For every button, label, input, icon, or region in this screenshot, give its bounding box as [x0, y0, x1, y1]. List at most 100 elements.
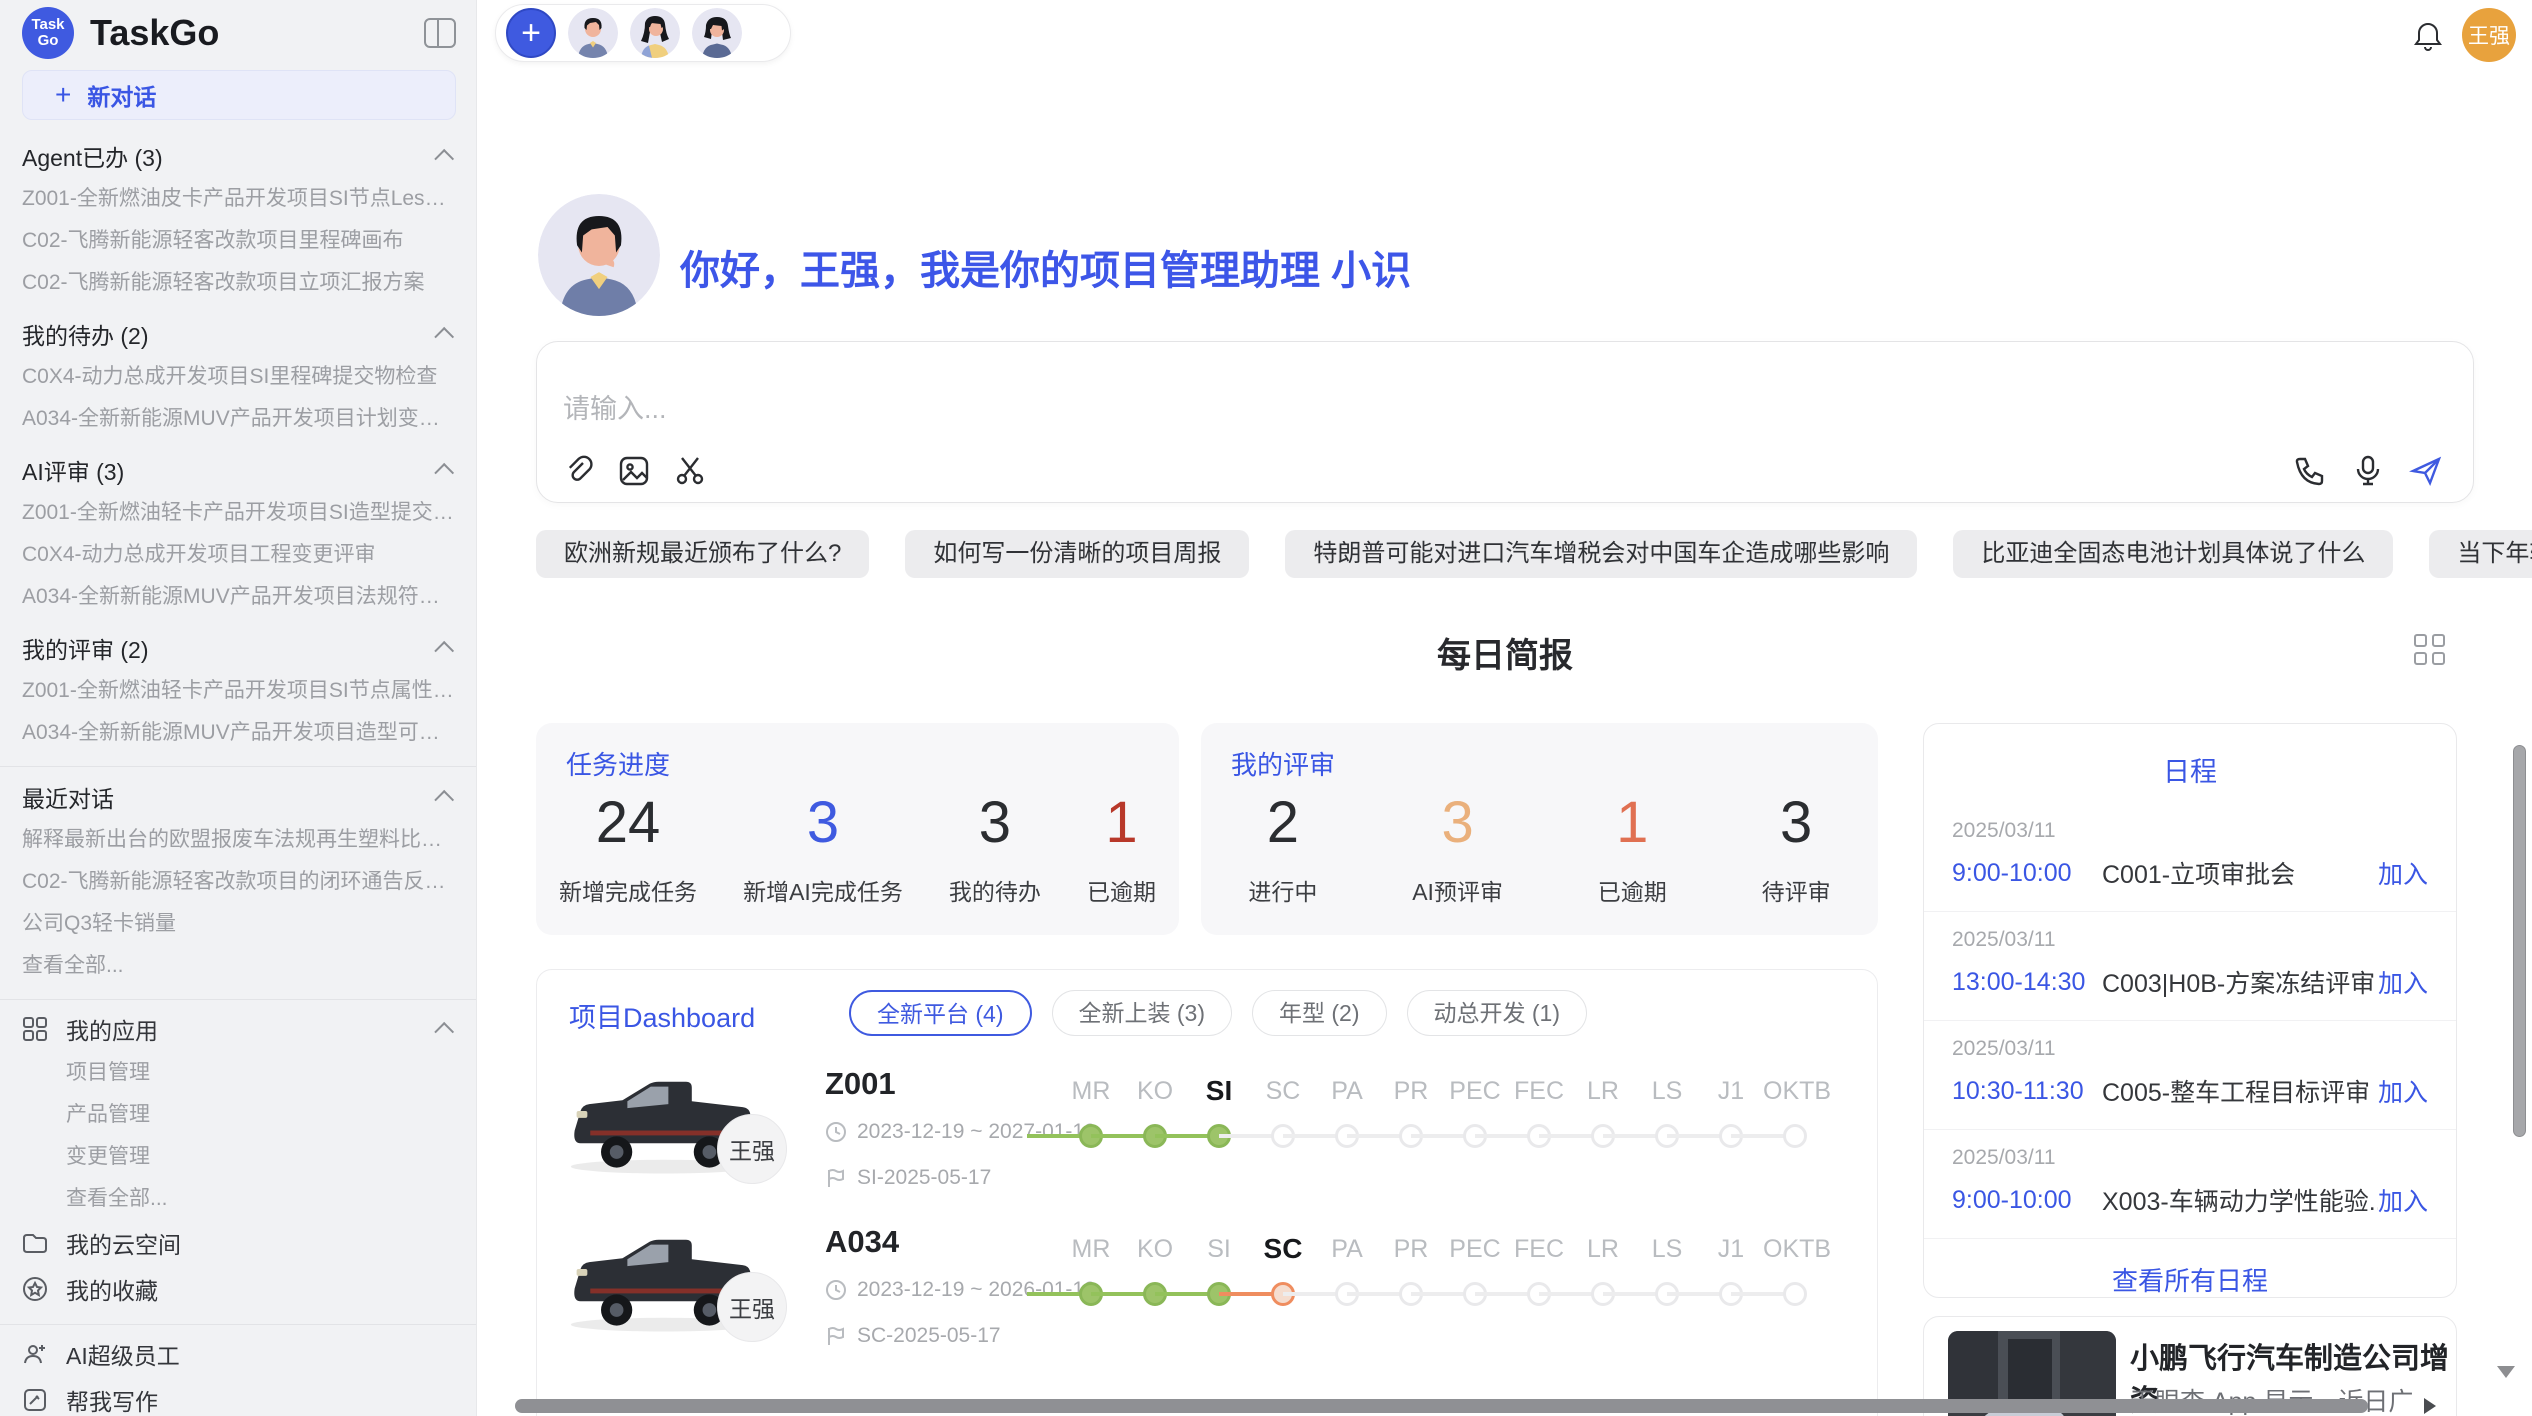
milestone[interactable]: LS	[1635, 1066, 1699, 1156]
recent-view-all-link[interactable]: 查看全部...	[22, 945, 454, 987]
milestone[interactable]: FEC	[1507, 1066, 1571, 1156]
join-meeting-link[interactable]: 加入	[2378, 855, 2428, 891]
stat-item[interactable]: 1 已逾期	[1087, 787, 1156, 907]
milestone[interactable]: LR	[1571, 1066, 1635, 1156]
section-header[interactable]: 我的待办 (2)	[22, 312, 454, 356]
project-row[interactable]: 王强 A034 2023-12-19 ~ 2026-01-19 SC-2025-…	[537, 1220, 1877, 1378]
milestone[interactable]: SC	[1251, 1224, 1315, 1314]
avatar-woman-long-hair[interactable]	[630, 8, 680, 58]
app-item[interactable]: 产品管理	[22, 1094, 454, 1136]
milestone[interactable]: SI	[1187, 1224, 1251, 1314]
stat-item[interactable]: 24 新增完成任务	[559, 787, 697, 907]
chevron-up-icon[interactable]	[434, 641, 454, 661]
scissors-icon[interactable]	[673, 454, 707, 488]
milestone[interactable]: PEC	[1443, 1066, 1507, 1156]
add-session-button[interactable]: +	[506, 8, 556, 58]
milestone[interactable]: SI	[1187, 1066, 1251, 1156]
task-list-item[interactable]: Z001-全新燃油轻卡产品开发项目SI造型提交物评审	[22, 492, 454, 534]
suggestion-chip[interactable]: 如何写一份清晰的项目周报	[905, 530, 1249, 578]
app-item[interactable]: 项目管理	[22, 1052, 454, 1094]
dashboard-tab[interactable]: 全新平台 (4)	[849, 990, 1032, 1036]
milestone[interactable]: J1	[1699, 1066, 1763, 1156]
task-list-item[interactable]: C02-飞腾新能源轻客改款项目里程碑画布	[22, 220, 454, 262]
suggestion-chip[interactable]: 特朗普可能对进口汽车增税会对中国车企造成哪些影响	[1285, 530, 1917, 578]
horizontal-scrollbar-thumb[interactable]	[515, 1399, 2368, 1413]
milestone[interactable]: PEC	[1443, 1224, 1507, 1314]
section-header[interactable]: 我的评审 (2)	[22, 626, 454, 670]
phone-call-icon[interactable]	[2293, 454, 2327, 488]
favorites-item[interactable]: 我的收藏	[22, 1266, 454, 1312]
milestone[interactable]: MR	[1059, 1066, 1123, 1156]
dashboard-tab[interactable]: 全新上装 (3)	[1052, 990, 1233, 1036]
milestone[interactable]: PA	[1315, 1066, 1379, 1156]
collapse-sidebar-icon[interactable]	[424, 18, 456, 48]
stat-item[interactable]: 3 我的待办	[949, 787, 1041, 907]
milestone[interactable]: OKTB	[1763, 1066, 1827, 1156]
chevron-up-icon[interactable]	[434, 327, 454, 347]
milestone[interactable]: SC	[1251, 1066, 1315, 1156]
image-icon[interactable]	[617, 454, 651, 488]
chevron-up-icon[interactable]	[434, 463, 454, 483]
milestone[interactable]: PR	[1379, 1066, 1443, 1156]
recent-chat-item[interactable]: 解释最新出台的欧盟报废车法规再生塑料比例被调至15%...	[22, 819, 454, 861]
join-meeting-link[interactable]: 加入	[2378, 1182, 2428, 1218]
task-list-item[interactable]: Z001-全新燃油皮卡产品开发项目SI节点Lesson Learn报告	[22, 178, 454, 220]
join-meeting-link[interactable]: 加入	[2378, 1073, 2428, 1109]
milestone[interactable]: OKTB	[1763, 1224, 1827, 1314]
milestone[interactable]: KO	[1123, 1066, 1187, 1156]
notification-bell-icon[interactable]	[2410, 18, 2446, 54]
suggestion-chip[interactable]: 比亚迪全固态电池计划具体说了什么	[1953, 530, 2393, 578]
chevron-up-icon[interactable]	[434, 790, 454, 810]
milestone[interactable]: LR	[1571, 1224, 1635, 1314]
tool-write-helper[interactable]: 帮我写作	[22, 1377, 454, 1416]
stat-item[interactable]: 1 已逾期	[1598, 787, 1667, 907]
tool-ai-staff[interactable]: AI超级员工	[22, 1331, 454, 1377]
app-item[interactable]: 变更管理	[22, 1136, 454, 1178]
cloud-space-item[interactable]: 我的云空间	[22, 1220, 454, 1266]
task-list-item[interactable]: C0X4-动力总成开发项目工程变更评审	[22, 534, 454, 576]
project-row[interactable]: 王强 Z001 2023-12-19 ~ 2027-01-19 SI-2025-…	[537, 1062, 1877, 1220]
section-header[interactable]: AI评审 (3)	[22, 448, 454, 492]
task-list-item[interactable]: A034-全新新能源MUV产品开发项目法规符合性评审	[22, 576, 454, 618]
join-meeting-link[interactable]: 加入	[2378, 964, 2428, 1000]
apps-view-all-link[interactable]: 查看全部...	[22, 1178, 454, 1220]
stat-item[interactable]: 3 AI预评审	[1412, 787, 1503, 907]
recent-chat-item[interactable]: 公司Q3轻卡销量	[22, 903, 454, 945]
avatar-woman-bob[interactable]	[692, 8, 742, 58]
scroll-right-arrow-icon[interactable]	[2424, 1398, 2436, 1414]
task-list-item[interactable]: C02-飞腾新能源轻客改款项目立项汇报方案	[22, 262, 454, 304]
milestone[interactable]: PR	[1379, 1224, 1443, 1314]
user-avatar[interactable]: 王强	[2462, 8, 2516, 62]
stat-item[interactable]: 3 新增AI完成任务	[743, 787, 903, 907]
milestone[interactable]: J1	[1699, 1224, 1763, 1314]
new-chat-button[interactable]: + 新对话	[22, 70, 456, 120]
stat-item[interactable]: 3 待评审	[1762, 787, 1831, 907]
task-list-item[interactable]: A034-全新新能源MUV产品开发项目造型可行性评审	[22, 712, 454, 754]
scroll-down-arrow-icon[interactable]	[2497, 1366, 2515, 1378]
vertical-scrollbar-thumb[interactable]	[2513, 745, 2526, 1137]
chevron-up-icon[interactable]	[434, 149, 454, 169]
task-list-item[interactable]: Z001-全新燃油轻卡产品开发项目SI节点属性5D文件评审	[22, 670, 454, 712]
avatar-man[interactable]	[568, 8, 618, 58]
milestone[interactable]: LS	[1635, 1224, 1699, 1314]
view-all-schedule-link[interactable]: 查看所有日程	[1924, 1261, 2456, 1298]
task-list-item[interactable]: C0X4-动力总成开发项目SI里程碑提交物检查	[22, 356, 454, 398]
task-list-item[interactable]: A034-全新新能源MUV产品开发项目计划变更表编写	[22, 398, 454, 440]
suggestion-chip[interactable]: 当下年轻人对汽车外观有怎样的喜好趋势	[2429, 530, 2532, 578]
layout-grid-icon[interactable]	[2414, 634, 2448, 668]
dashboard-tab[interactable]: 年型 (2)	[1252, 990, 1387, 1036]
stat-item[interactable]: 2 进行中	[1248, 787, 1317, 907]
my-apps-header[interactable]: 我的应用	[22, 1006, 454, 1052]
attachment-icon[interactable]	[561, 454, 595, 488]
chat-input[interactable]	[563, 394, 2063, 425]
milestone[interactable]: MR	[1059, 1224, 1123, 1314]
section-header[interactable]: Agent已办 (3)	[22, 134, 454, 178]
recent-chat-item[interactable]: C02-飞腾新能源轻客改款项目的闭环通告反馈情况	[22, 861, 454, 903]
suggestion-chip[interactable]: 欧洲新规最近颁布了什么?	[536, 530, 869, 578]
milestone[interactable]: KO	[1123, 1224, 1187, 1314]
microphone-icon[interactable]	[2351, 454, 2385, 488]
milestone[interactable]: FEC	[1507, 1224, 1571, 1314]
send-icon[interactable]	[2409, 454, 2443, 488]
dashboard-tab[interactable]: 动总开发 (1)	[1407, 990, 1588, 1036]
recent-chats-header[interactable]: 最近对话	[22, 775, 454, 819]
